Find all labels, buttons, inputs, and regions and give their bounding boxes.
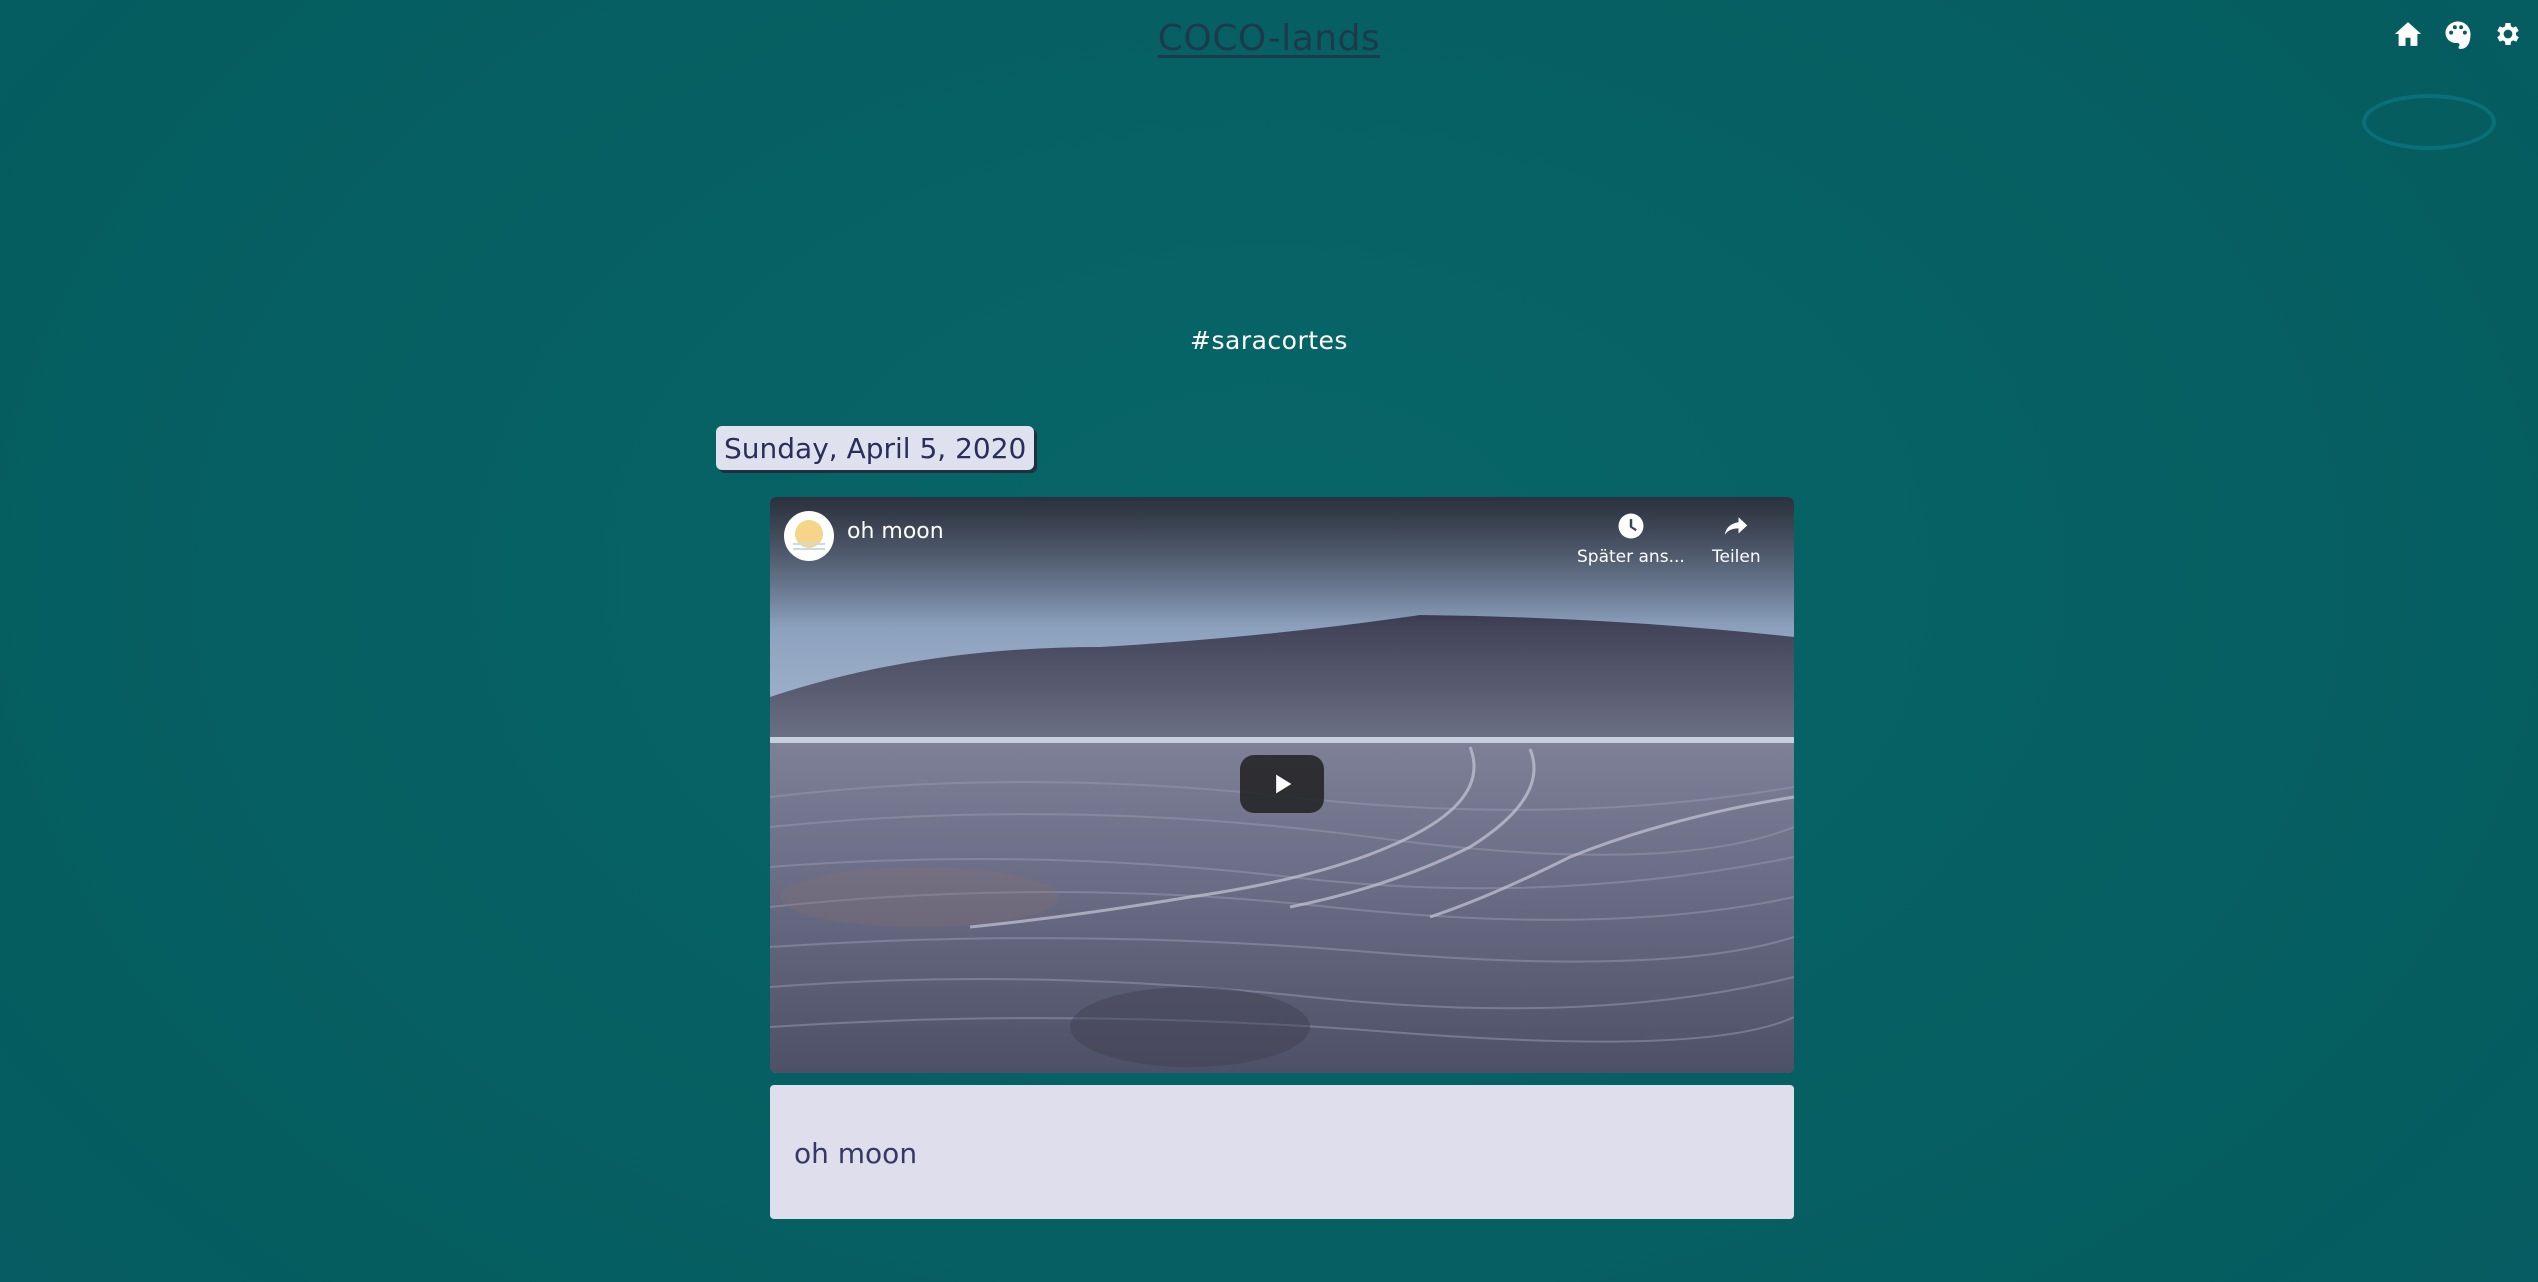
- clock-icon: [1618, 513, 1644, 539]
- home-icon[interactable]: [2392, 18, 2424, 50]
- play-button[interactable]: [1240, 755, 1324, 813]
- top-right-toolbar: [2392, 18, 2524, 50]
- decorative-halo: [2362, 94, 2496, 150]
- video-embed[interactable]: oh moon Später ans... Teilen: [770, 497, 1794, 1073]
- channel-avatar[interactable]: [784, 511, 834, 561]
- post-caption: oh moon: [794, 1137, 918, 1170]
- gear-icon[interactable]: [2492, 18, 2524, 50]
- avatar-line: [793, 543, 825, 545]
- share-label: Teilen: [1712, 547, 1761, 567]
- watch-later-button[interactable]: Später ans...: [1577, 511, 1685, 567]
- tag-heading: #saracortes: [1190, 326, 1348, 355]
- share-arrow-icon: [1725, 517, 1748, 535]
- palette-icon[interactable]: [2442, 18, 2474, 50]
- video-title[interactable]: oh moon: [847, 519, 944, 544]
- post-caption-box: oh moon: [770, 1085, 1794, 1219]
- share-button[interactable]: Teilen: [1712, 511, 1761, 567]
- post-date-badge: Sunday, April 5, 2020: [716, 426, 1035, 470]
- site-title-link[interactable]: COCO-lands: [0, 18, 2538, 59]
- watch-later-label: Später ans...: [1577, 547, 1685, 567]
- avatar-line: [793, 548, 825, 550]
- play-icon: [1276, 774, 1292, 794]
